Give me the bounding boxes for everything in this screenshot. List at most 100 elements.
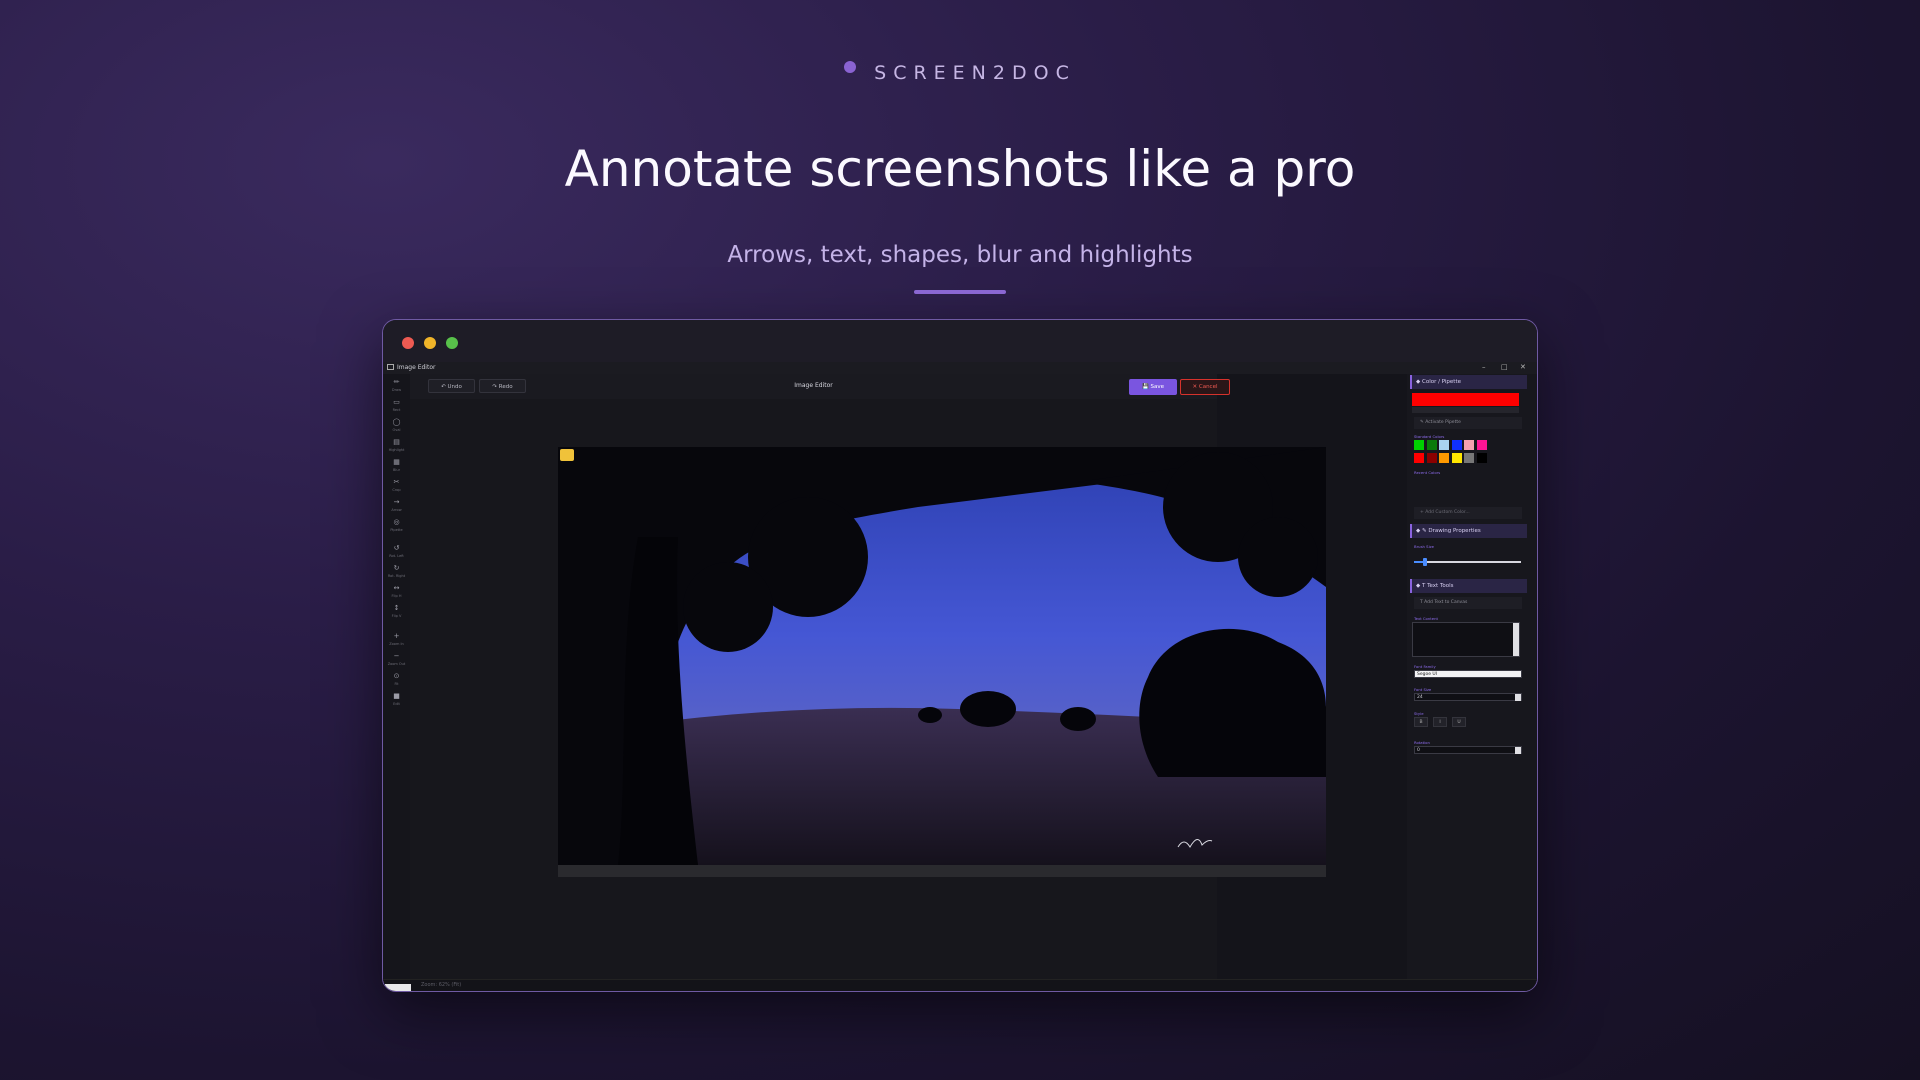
color-swatch[interactable]: [1476, 440, 1487, 450]
photo[interactable]: [558, 447, 1326, 865]
tool-label: Zoom In: [389, 642, 404, 646]
brand: SCREEN2DOC: [0, 61, 1920, 84]
brush-size-slider[interactable]: [1414, 558, 1521, 566]
text-tools-header[interactable]: ◆ T Text Tools: [1410, 579, 1527, 593]
rotation-spinner[interactable]: [1515, 747, 1521, 754]
color-swatch[interactable]: [1451, 440, 1462, 450]
slider-track: [1414, 561, 1521, 563]
color-section-title: Color / Pipette: [1421, 379, 1461, 385]
save-button[interactable]: 💾 Save: [1129, 379, 1177, 395]
activate-pipette-button[interactable]: ✎ Activate Pipette: [1414, 417, 1522, 429]
zoom-dot-icon[interactable]: [446, 337, 458, 349]
rotation-value: 0: [1417, 748, 1420, 753]
accent-bar: [914, 290, 1006, 294]
cancel-button[interactable]: ✕ Cancel: [1180, 379, 1230, 395]
color-swatch[interactable]: [1451, 453, 1462, 463]
drawing-properties-header[interactable]: ◆ ✎ Drawing Properties: [1410, 524, 1527, 538]
image-canvas[interactable]: [410, 399, 1326, 979]
text-scrollbar[interactable]: [1513, 623, 1519, 656]
tool-flip-v[interactable]: ↕ Flip V: [383, 604, 410, 626]
rotation-label: Rotation: [1414, 740, 1430, 745]
photo-bottom-strip: [558, 865, 1326, 877]
tool-label: Crop: [392, 488, 401, 492]
tool-label: Pipette: [390, 528, 403, 532]
tool-label: Rect: [392, 408, 401, 412]
tool-label: Blur: [392, 468, 401, 472]
activate-pipette-label: Activate Pipette: [1425, 420, 1461, 425]
text-content-label: Text Content: [1414, 616, 1438, 621]
color-swatch[interactable]: [1439, 440, 1449, 450]
close-icon[interactable]: ✕: [1520, 363, 1526, 371]
tool-label: Flip H: [391, 594, 402, 598]
tool-fit[interactable]: ⊙ Fit: [383, 672, 410, 694]
underline-button[interactable]: U: [1452, 717, 1466, 727]
tool-flip-h[interactable]: ↔ Flip H: [383, 584, 410, 606]
color-swatch[interactable]: [1464, 440, 1474, 450]
color-swatch[interactable]: [1476, 453, 1487, 463]
tool-crop[interactable]: ✂ Crop: [383, 478, 410, 500]
color-swatch[interactable]: [1414, 440, 1424, 450]
tool-edit[interactable]: ■ Edit: [383, 692, 410, 714]
brand-name: SCREEN2DOC: [874, 62, 1076, 84]
tool-label: Flip V: [391, 614, 402, 618]
add-text-button[interactable]: T Add Text to Canvas: [1414, 597, 1522, 609]
headline: Annotate screenshots like a pro: [564, 140, 1356, 198]
toolbar: ↶ Undo ↷ Redo Image Editor 💾 Save ✕ Canc…: [410, 374, 1230, 399]
drawing-section-title: Drawing Properties: [1428, 528, 1481, 534]
color-swatch[interactable]: [1414, 453, 1424, 463]
slider-thumb[interactable]: [1422, 558, 1427, 566]
font-family-value: Segoe UI: [1417, 672, 1438, 677]
font-family-select[interactable]: Segoe UI: [1414, 670, 1522, 678]
status-text: Zoom: 62% (Fit): [421, 982, 462, 988]
tool-blur[interactable]: ▦ Blur: [383, 458, 410, 480]
tool-zoom-in[interactable]: + Zoom In: [383, 632, 410, 654]
tool-label: Draw: [391, 388, 402, 392]
tool-label: Highlight: [388, 448, 405, 452]
maximize-icon[interactable]: □: [1501, 363, 1508, 371]
current-color-track: [1412, 407, 1519, 413]
tool-label: Fit: [394, 682, 399, 686]
window-chrome: [383, 320, 1537, 362]
tool-icon: ▤: [393, 438, 400, 446]
landscape-photo: [558, 447, 1326, 865]
italic-button[interactable]: I: [1433, 717, 1447, 727]
minimize-icon[interactable]: –: [1482, 363, 1486, 371]
tool-icon: ▭: [393, 398, 400, 406]
text-section-title: Text Tools: [1427, 583, 1454, 589]
rotation-input[interactable]: 0: [1414, 746, 1522, 754]
status-bar: Zoom: 62% (Fit): [383, 979, 1537, 991]
bold-button[interactable]: B: [1414, 717, 1428, 727]
app-window-frame: Image Editor – □ ✕ ✏ Draw ▭ Rect ◯ Oval ▤ Highl…: [382, 319, 1538, 992]
close-dot-icon[interactable]: [402, 337, 414, 349]
color-swatch[interactable]: [1426, 453, 1437, 463]
tool-oval[interactable]: ◯ Oval: [383, 418, 410, 440]
tool-zoom-out[interactable]: − Zoom Out: [383, 652, 410, 674]
font-size-value: 24: [1417, 695, 1423, 700]
minimize-dot-icon[interactable]: [424, 337, 436, 349]
tool-arrow[interactable]: → Arrow: [383, 498, 410, 520]
style-label: Style: [1414, 711, 1424, 716]
brush-size-label: Brush Size: [1414, 544, 1434, 549]
color-pipette-header[interactable]: ◆ Color / Pipette: [1410, 375, 1527, 389]
tool-icon: ↔: [393, 584, 400, 592]
tool-rot-right[interactable]: ↻ Rot. Right: [383, 564, 410, 586]
tool-label: Rot. Right: [387, 574, 406, 578]
text-content-input[interactable]: [1412, 622, 1520, 657]
color-swatch[interactable]: [1464, 453, 1474, 463]
font-size-input[interactable]: 24: [1414, 693, 1522, 701]
tool-rect[interactable]: ▭ Rect: [383, 398, 410, 420]
tool-highlight[interactable]: ▤ Highlight: [383, 438, 410, 460]
color-swatch[interactable]: [1426, 440, 1437, 450]
font-size-spinner[interactable]: [1515, 694, 1521, 701]
image-editor-app: Image Editor – □ ✕ ✏ Draw ▭ Rect ◯ Oval ▤ Highl…: [383, 362, 1537, 991]
tool-icon: →: [393, 498, 400, 506]
tool-icon: ↕: [393, 604, 400, 612]
add-custom-color-button[interactable]: + Add Custom Color...: [1414, 507, 1522, 519]
tool-draw[interactable]: ✏ Draw: [383, 378, 410, 400]
font-size-label: Font Size: [1414, 687, 1432, 692]
properties-panel: ◆ Color / Pipette ✎ Activate Pipette Sta…: [1407, 374, 1537, 979]
tool-rot-left[interactable]: ↺ Rot. Left: [383, 544, 410, 566]
color-swatch[interactable]: [1439, 453, 1449, 463]
tool-pipette[interactable]: ◎ Pipette: [383, 518, 410, 540]
tool-sidebar: ✏ Draw ▭ Rect ◯ Oval ▤ Highlight ▦ Blur ✂ Crop → Arro…: [383, 374, 410, 979]
